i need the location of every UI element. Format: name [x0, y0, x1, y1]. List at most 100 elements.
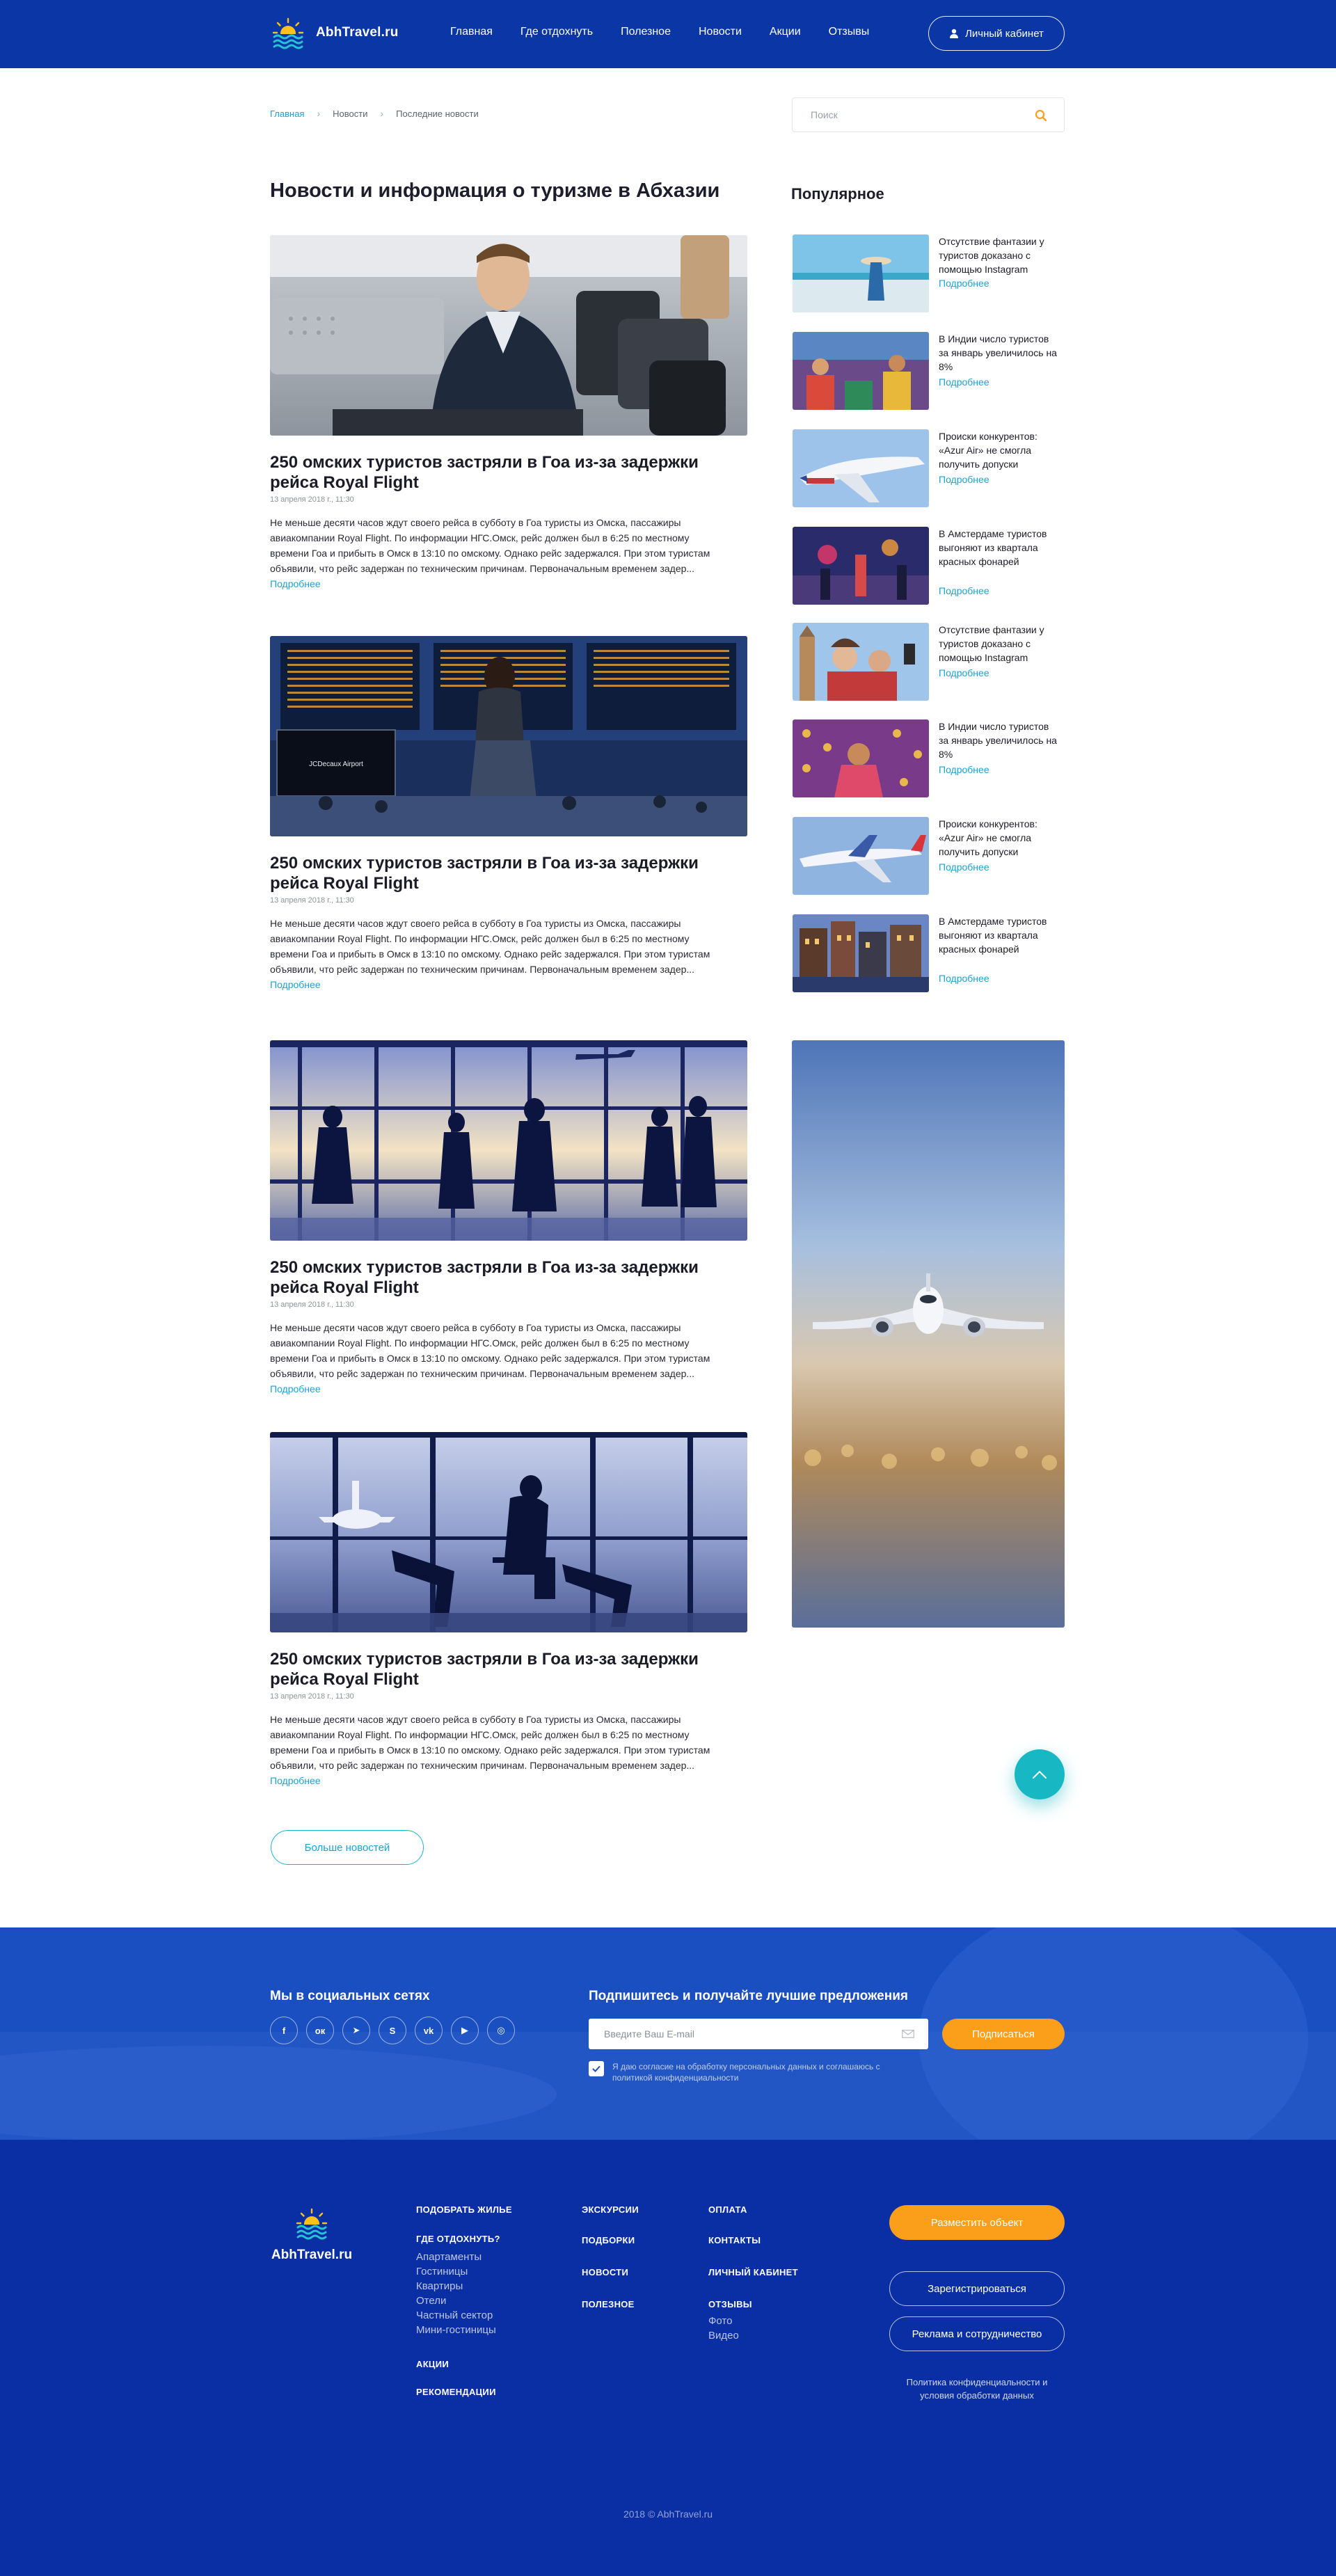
article-more-link[interactable]: Подробнее	[270, 1773, 321, 1788]
article-title[interactable]: 250 омских туристов застряли в Гоа из-за…	[270, 1649, 747, 1689]
sun-waves-logo-icon	[270, 17, 306, 51]
popular-item[interactable]: Отсутствие фантазии у туристов доказано …	[793, 234, 1065, 312]
article-title[interactable]: 250 омских туристов застряли в Гоа из-за…	[270, 1257, 747, 1298]
telegram-icon[interactable]: ➤	[342, 2017, 370, 2044]
nav-item-useful[interactable]: Полезное	[621, 24, 671, 40]
popular-item-title: Происки конкурентов: «Azur Air» не смогл…	[939, 818, 1037, 857]
search-box	[792, 97, 1065, 132]
footer-link-promotions[interactable]: АКЦИИ	[416, 2358, 512, 2371]
skype-icon[interactable]: S	[379, 2017, 406, 2044]
footer-link-flats[interactable]: Квартиры	[416, 2279, 512, 2293]
popular-thumbnail-amsterdam-canal[interactable]	[793, 914, 929, 992]
popular-item-title: В Индии число туристов за январь увеличи…	[939, 721, 1057, 760]
popular-thumbnail-amsterdam-night[interactable]	[793, 527, 929, 605]
popular-more-link[interactable]: Подробнее	[939, 376, 989, 388]
popular-item[interactable]: В Индии число туристов за январь увеличи…	[793, 332, 1065, 410]
article-image-terminal-silhouettes[interactable]	[270, 1040, 747, 1241]
popular-more-link[interactable]: Подробнее	[939, 973, 989, 984]
ad-banner-airplane[interactable]	[792, 1040, 1065, 1628]
popular-more-link[interactable]: Подробнее	[939, 764, 989, 775]
footer-link-private-sector[interactable]: Частный сектор	[416, 2308, 512, 2323]
footer-link-collections[interactable]: ПОДБОРКИ	[582, 2234, 639, 2247]
footer-link-video[interactable]: Видео	[708, 2328, 798, 2343]
popular-item[interactable]: Отсутствие фантазии у туристов доказано …	[793, 623, 1065, 701]
article-excerpt: Не меньше десяти часов ждут своего рейса…	[270, 918, 710, 975]
footer-link-reviews[interactable]: ОТЗЫВЫ	[708, 2298, 798, 2311]
place-object-button[interactable]: Разместить объект	[889, 2205, 1065, 2240]
article-title[interactable]: 250 омских туристов застряли в Гоа из-за…	[270, 452, 747, 493]
news-article: JCDecaux Airport 250 омских туристов зас…	[270, 636, 747, 992]
popular-thumbnail-airplane-sky[interactable]	[793, 817, 929, 895]
footer-link-where-to-rest[interactable]: ГДЕ ОТДОХНУТЬ?	[416, 2233, 512, 2245]
footer-link-news[interactable]: НОВОСТИ	[582, 2266, 639, 2279]
popular-more-link[interactable]: Подробнее	[939, 585, 989, 596]
article-date: 13 апреля 2018 г., 11:30	[270, 495, 354, 504]
footer-column-excursions: ЭКСКУРСИИ ПОДБОРКИ НОВОСТИ ПОЛЕЗНОЕ	[582, 2204, 639, 2311]
popular-thumbnail-beach[interactable]	[793, 234, 929, 312]
article-more-link[interactable]: Подробнее	[270, 977, 321, 992]
scroll-to-top-button[interactable]	[1015, 1749, 1065, 1799]
advertising-button[interactable]: Реклама и сотрудничество	[889, 2316, 1065, 2351]
personal-account-button[interactable]: Личный кабинет	[928, 16, 1065, 51]
article-image-departure-board[interactable]: JCDecaux Airport	[270, 636, 747, 836]
more-news-button[interactable]: Больше новостей	[271, 1830, 424, 1865]
footer-link-apartments[interactable]: Апартаменты	[416, 2250, 512, 2264]
article-title[interactable]: 250 омских туристов застряли в Гоа из-за…	[270, 853, 747, 893]
site-logo[interactable]: AbhTravel.ru	[270, 15, 399, 51]
nav-item-reviews[interactable]: Отзывы	[829, 24, 870, 40]
popular-more-link[interactable]: Подробнее	[939, 278, 989, 289]
breadcrumb-current: Последние новости	[396, 108, 479, 119]
popular-item-title: Отсутствие фантазии у туристов доказано …	[939, 236, 1044, 275]
breadcrumb-news[interactable]: Новости	[333, 109, 367, 119]
register-button[interactable]: Зарегистрироваться	[889, 2271, 1065, 2306]
facebook-icon[interactable]: f	[270, 2017, 298, 2044]
popular-more-link[interactable]: Подробнее	[939, 474, 989, 485]
footer-link-excursions[interactable]: ЭКСКУРСИИ	[582, 2204, 639, 2216]
article-image-waiting-lounge[interactable]	[270, 1432, 747, 1632]
footer-link-useful[interactable]: ПОЛЕЗНОЕ	[582, 2298, 639, 2311]
popular-item[interactable]: Происки конкурентов: «Azur Air» не смогл…	[793, 429, 1065, 507]
footer-link-hotels[interactable]: Гостиницы	[416, 2264, 512, 2279]
popular-item[interactable]: В Амстердаме туристов выгоняют из кварта…	[793, 527, 1065, 605]
popular-thumbnail-london-selfie[interactable]	[793, 623, 929, 701]
popular-more-link[interactable]: Подробнее	[939, 667, 989, 678]
article-excerpt: Не меньше десяти часов ждут своего рейса…	[270, 517, 710, 574]
footer-link-find-housing[interactable]: ПОДОБРАТЬ ЖИЛЬЕ	[416, 2204, 512, 2216]
popular-item[interactable]: В Амстердаме туристов выгоняют из кварта…	[793, 914, 1065, 992]
footer-link-mini-hotels[interactable]: Мини-гостиницы	[416, 2323, 512, 2337]
footer-link-payment[interactable]: ОПЛАТА	[708, 2204, 798, 2216]
footer-link-recommendations[interactable]: РЕКОМЕНДАЦИИ	[416, 2386, 512, 2399]
search-icon[interactable]	[1035, 109, 1047, 122]
popular-more-link[interactable]: Подробнее	[939, 861, 989, 873]
article-more-link[interactable]: Подробнее	[270, 576, 321, 591]
nav-item-where-to-rest[interactable]: Где отдохнуть	[520, 24, 593, 40]
popular-thumbnail-india[interactable]	[793, 332, 929, 410]
footer-link-personal-account[interactable]: ЛИЧНЫЙ КАБИНЕТ	[708, 2266, 798, 2279]
popular-item[interactable]: Происки конкурентов: «Azur Air» не смогл…	[793, 817, 1065, 895]
footer-link-hotels-large[interactable]: Отели	[416, 2293, 512, 2308]
instagram-icon[interactable]: ◎	[487, 2017, 515, 2044]
consent-checkbox[interactable]	[589, 2061, 604, 2076]
vk-icon[interactable]: vk	[415, 2017, 443, 2044]
odnoklassniki-icon[interactable]: ок	[306, 2017, 334, 2044]
footer-link-photo[interactable]: Фото	[708, 2314, 798, 2328]
nav-item-promotions[interactable]: Акции	[770, 24, 801, 40]
youtube-icon[interactable]: ▶	[451, 2017, 479, 2044]
breadcrumb: Главная › Новости › Последние новости	[270, 108, 479, 119]
subscribe-button[interactable]: Подписаться	[942, 2019, 1065, 2049]
footer-logo[interactable]: AbhTravel.ru	[270, 2205, 353, 2263]
popular-thumbnail-india-dancer[interactable]	[793, 719, 929, 797]
email-field[interactable]	[589, 2019, 928, 2049]
popular-thumbnail-azur-air[interactable]	[793, 429, 929, 507]
chevron-right-icon: ›	[317, 108, 321, 119]
nav-item-home[interactable]: Главная	[450, 24, 493, 40]
search-input[interactable]	[793, 98, 1022, 132]
breadcrumb-home[interactable]: Главная	[270, 109, 304, 119]
article-more-link[interactable]: Подробнее	[270, 1381, 321, 1397]
nav-item-news[interactable]: Новости	[699, 24, 742, 40]
popular-item[interactable]: В Индии число туристов за январь увеличи…	[793, 719, 1065, 797]
popular-item-title: В Амстердаме туристов выгоняют из кварта…	[939, 916, 1047, 955]
privacy-policy-link[interactable]: Политика конфиденциальности и условия об…	[889, 2376, 1065, 2402]
article-image-sleeping-passenger[interactable]	[270, 235, 747, 436]
footer-link-contacts[interactable]: КОНТАКТЫ	[708, 2234, 798, 2247]
